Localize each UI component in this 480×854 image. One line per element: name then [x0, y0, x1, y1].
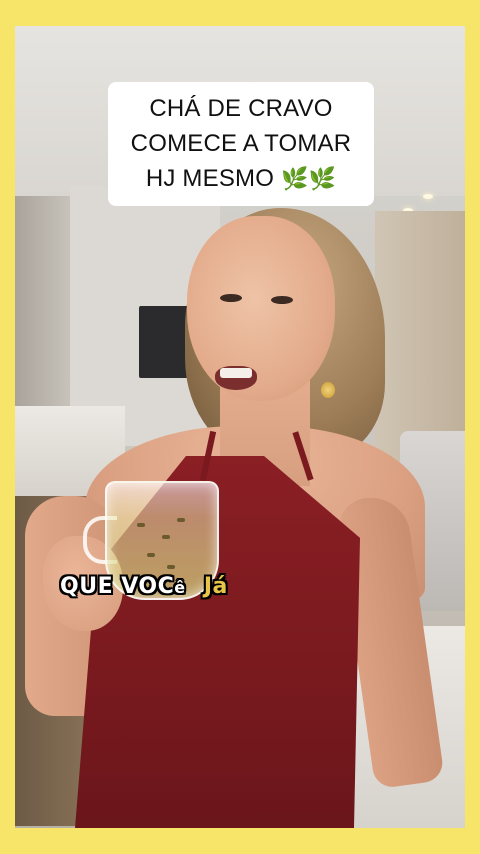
person-eye: [271, 296, 293, 304]
title-card: CHÁ DE CRAVO COMECE A TOMAR HJ MESMO 🌿🌿: [108, 82, 374, 206]
clove: [137, 523, 145, 527]
clove: [147, 553, 155, 557]
title-line-3-text: HJ MESMO: [145, 165, 275, 192]
person-face: [187, 216, 335, 401]
phone-frame: CHÁ DE CRAVO COMECE A TOMAR HJ MESMO 🌿🌿 …: [0, 0, 480, 854]
person-eye: [220, 294, 242, 302]
title-line-1: CHÁ DE CRAVO: [149, 95, 333, 122]
title-line-2: COMECE A TOMAR: [130, 130, 352, 157]
person-teeth: [220, 368, 252, 378]
clove: [162, 535, 170, 539]
subtitle-caption: QUE VOCê Já: [60, 574, 228, 599]
clove: [177, 518, 185, 522]
caption-word-small: ê: [174, 578, 186, 597]
caption-highlight-word: Já: [203, 574, 228, 599]
title-line-3: HJ MESMO 🌿🌿: [146, 161, 336, 197]
caption-word-main: VOC: [121, 574, 175, 599]
background-tv: [139, 306, 189, 378]
caption-word: VOCê: [121, 574, 185, 599]
herb-emoji-icon: 🌿🌿: [280, 167, 337, 192]
caption-word: QUE: [60, 574, 114, 599]
earring: [321, 382, 335, 398]
ceiling-light: [423, 194, 433, 199]
clove: [167, 565, 175, 569]
